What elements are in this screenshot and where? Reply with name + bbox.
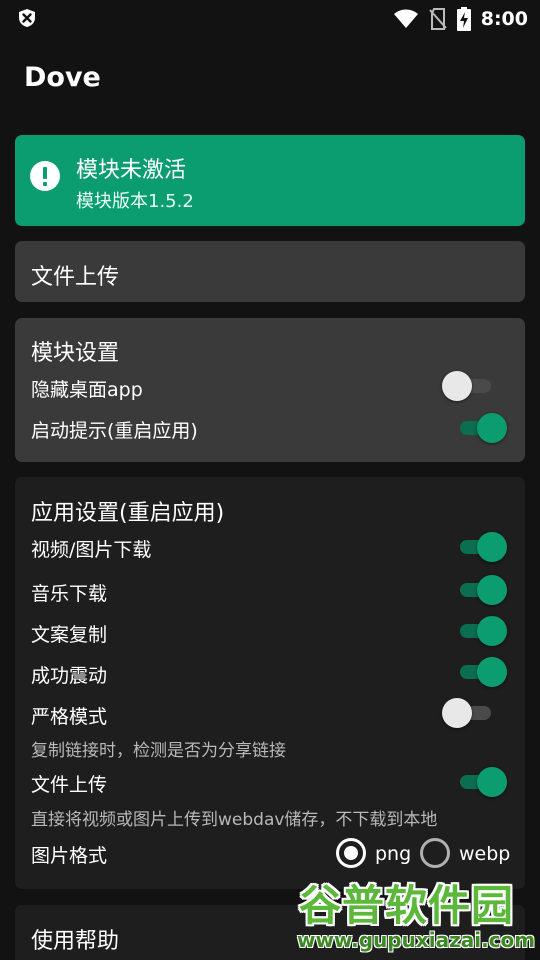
music-download-label: 音乐下载: [31, 583, 108, 605]
file-upload-setting-label: 文件上传: [31, 774, 108, 796]
module-status-card[interactable]: 模块未激活 模块版本1.5.2: [15, 135, 525, 226]
file-upload-setting-hint: 直接将视频或图片上传到webdav储存，不下载到本地: [31, 810, 438, 830]
success-vibrate-label: 成功震动: [31, 665, 108, 687]
copy-text-label: 文案复制: [31, 624, 108, 646]
file-upload-card[interactable]: 文件上传: [15, 241, 525, 302]
video-image-download-switch[interactable]: [451, 530, 509, 564]
wifi-icon: [393, 9, 418, 28]
file-upload-label: 文件上传: [31, 265, 120, 290]
image-format-png-radio[interactable]: [336, 838, 366, 868]
copy-text-switch[interactable]: [451, 614, 509, 648]
module-settings-title: 模块设置: [31, 341, 120, 366]
image-format-png-label[interactable]: png: [375, 843, 411, 865]
strict-mode-label: 严格模式: [31, 706, 108, 728]
help-label: 使用帮助: [31, 929, 120, 954]
status-icons: 8:00: [393, 6, 528, 32]
image-format-webp-radio[interactable]: [420, 838, 450, 868]
image-format-webp-label[interactable]: webp: [459, 843, 510, 865]
alert-circle-icon: [30, 161, 60, 191]
status-bar: 8:00: [0, 0, 540, 38]
battery-charging-icon: [456, 7, 471, 31]
app-title: Dove: [24, 62, 101, 93]
video-image-download-label: 视频/图片下载: [31, 539, 152, 561]
strict-mode-switch[interactable]: [442, 696, 500, 730]
hide-desktop-app-switch[interactable]: [442, 369, 500, 403]
app-settings-card: 应用设置(重启应用) 视频/图片下载 音乐下载 文案复制 成功震动 严格模式 复…: [15, 477, 525, 889]
module-settings-card: 模块设置 隐藏桌面app 启动提示(重启应用): [15, 318, 525, 462]
shield-x-icon: [19, 9, 35, 27]
no-sim-icon: [428, 8, 447, 30]
strict-mode-hint: 复制链接时，检测是否为分享链接: [31, 741, 286, 761]
success-vibrate-switch[interactable]: [451, 655, 509, 689]
launch-hint-switch[interactable]: [451, 411, 509, 445]
image-format-label: 图片格式: [31, 845, 108, 867]
launch-hint-label: 启动提示(重启应用): [31, 420, 198, 442]
app-settings-title: 应用设置(重启应用): [31, 501, 225, 526]
watermark-title: 谷普软件园: [299, 881, 515, 930]
hide-desktop-app-label: 隐藏桌面app: [31, 379, 143, 401]
module-status-title: 模块未激活: [76, 158, 187, 183]
status-time: 8:00: [480, 8, 528, 30]
watermark-url: www.gupuxiazai.com: [297, 928, 536, 952]
watermark-logo: 谷普软件园 www.gupuxiazai.com: [295, 872, 540, 960]
music-download-switch[interactable]: [451, 573, 509, 607]
module-version: 模块版本1.5.2: [76, 191, 194, 212]
file-upload-setting-switch[interactable]: [451, 765, 509, 799]
